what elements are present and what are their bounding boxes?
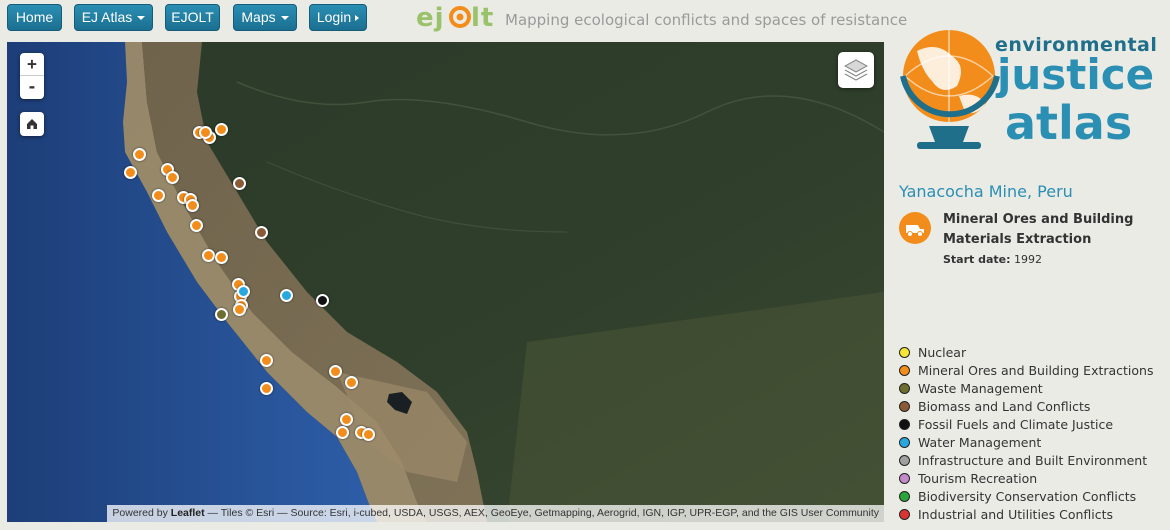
conflict-marker[interactable] [336, 426, 349, 439]
login-button[interactable]: Login [309, 4, 367, 31]
satellite-basemap [7, 42, 884, 522]
conflict-marker[interactable] [362, 428, 375, 441]
home-nav-button[interactable]: Home [7, 4, 62, 31]
map-view[interactable]: + - Powered by Leaflet — Tiles © Esri — … [7, 42, 884, 522]
ej-atlas-logo[interactable]: environmental justice atlas [897, 16, 1162, 156]
legend-item[interactable]: Fossil Fuels and Climate Justice [899, 415, 1154, 433]
zoom-control: + - [20, 53, 44, 99]
legend-item[interactable]: Waste Management [899, 379, 1154, 397]
legend-color-swatch [899, 508, 910, 520]
top-navigation: Home EJ Atlas EJOLT Maps Login ej lt Map… [0, 0, 907, 42]
case-start-date: Start date: 1992 [943, 253, 1042, 266]
category-legend: Nuclear Mineral Ores and Building Extract… [899, 343, 1154, 523]
start-date-value: 1992 [1014, 253, 1043, 266]
legend-color-swatch [899, 400, 910, 412]
mining-truck-icon [899, 212, 931, 244]
conflict-marker[interactable] [345, 376, 358, 389]
legend-label: Nuclear [918, 344, 967, 360]
case-title-link[interactable]: Yanacocha Mine, Peru [899, 182, 1073, 201]
legend-label: Fossil Fuels and Climate Justice [918, 416, 1114, 432]
chevron-down-icon [137, 16, 146, 21]
legend-item[interactable]: Infrastructure and Built Environment [899, 451, 1154, 469]
login-label: Login [316, 9, 352, 25]
ejolt-nav-label: EJOLT [171, 9, 214, 25]
legend-item[interactable]: Industrial and Utilities Conflicts [899, 505, 1154, 523]
legend-color-swatch [899, 382, 910, 394]
conflict-marker[interactable] [237, 285, 250, 298]
home-icon [27, 119, 37, 129]
legend-color-swatch [899, 454, 910, 466]
conflict-marker[interactable] [260, 354, 273, 367]
attribution-sources: — Tiles © Esri — Source: Esri, i-cubed, … [204, 507, 879, 519]
legend-item[interactable]: Mineral Ores and Building Extractions [899, 361, 1154, 379]
maps-menu-button[interactable]: Maps [233, 4, 297, 31]
legend-label: Infrastructure and Built Environment [918, 452, 1148, 468]
legend-color-swatch [899, 490, 910, 502]
conflict-marker[interactable] [255, 226, 268, 239]
conflict-marker[interactable] [186, 199, 199, 212]
legend-color-swatch [899, 364, 910, 376]
legend-color-swatch [899, 436, 910, 448]
layers-icon [843, 59, 869, 81]
ejolt-logo[interactable]: ej lt [416, 2, 502, 34]
conflict-marker[interactable] [124, 166, 137, 179]
map-attribution: Powered by Leaflet — Tiles © Esri — Sour… [107, 505, 884, 522]
legend-label: Mineral Ores and Building Extractions [918, 362, 1154, 378]
legend-item[interactable]: Biodiversity Conservation Conflicts [899, 487, 1154, 505]
conflict-marker[interactable] [133, 148, 146, 161]
conflict-marker[interactable] [215, 123, 228, 136]
conflict-marker[interactable] [190, 219, 203, 232]
legend-item[interactable]: Water Management [899, 433, 1154, 451]
case-category: Mineral Ores and Building Materials Extr… [943, 212, 1134, 247]
home-nav-label: Home [15, 9, 54, 25]
chevron-down-icon [280, 16, 289, 21]
ejolt-nav-button[interactable]: EJOLT [165, 4, 220, 31]
maps-menu-label: Maps [241, 9, 276, 25]
site-tagline: Mapping ecological conflicts and spaces … [505, 11, 908, 29]
conflict-marker[interactable] [233, 303, 246, 316]
conflict-marker[interactable] [280, 289, 293, 302]
ej-atlas-menu-button[interactable]: EJ Atlas [74, 4, 153, 31]
conflict-marker[interactable] [340, 413, 353, 426]
leaflet-link[interactable]: Leaflet [171, 507, 205, 519]
conflict-marker[interactable] [166, 171, 179, 184]
conflict-marker[interactable] [215, 251, 228, 264]
zoom-in-button[interactable]: + [20, 53, 44, 76]
legend-label: Biomass and Land Conflicts [918, 398, 1091, 414]
zoom-out-button[interactable]: - [20, 76, 44, 99]
conflict-marker[interactable] [233, 177, 246, 190]
chevron-right-icon [355, 15, 360, 22]
conflict-marker[interactable] [316, 294, 329, 307]
attribution-prefix: Powered by [112, 507, 171, 519]
conflict-marker[interactable] [199, 126, 212, 139]
legend-item[interactable]: Tourism Recreation [899, 469, 1154, 487]
conflict-marker[interactable] [202, 249, 215, 262]
conflict-marker[interactable] [329, 365, 342, 378]
legend-label: Tourism Recreation [918, 470, 1038, 486]
layers-toggle-button[interactable] [838, 52, 874, 88]
svg-text:ej: ej [416, 3, 445, 33]
conflict-marker[interactable] [152, 189, 165, 202]
legend-label: Water Management [918, 434, 1042, 450]
legend-item[interactable]: Nuclear [899, 343, 1154, 361]
logo-text-justice: justice [997, 50, 1155, 99]
logo-text-atlas: atlas [1005, 96, 1133, 150]
legend-item[interactable]: Biomass and Land Conflicts [899, 397, 1154, 415]
reset-view-button[interactable] [20, 112, 44, 136]
ejolt-logo-graphic: ej lt [416, 3, 494, 33]
legend-color-swatch [899, 472, 910, 484]
info-sidebar: environmental justice atlas Yanacocha Mi… [885, 0, 1170, 530]
ej-atlas-menu-label: EJ Atlas [81, 9, 133, 25]
legend-label: Industrial and Utilities Conflicts [918, 506, 1114, 522]
legend-color-swatch [899, 418, 910, 430]
conflict-marker[interactable] [215, 308, 228, 321]
conflict-marker[interactable] [260, 382, 273, 395]
legend-label: Waste Management [918, 380, 1043, 396]
legend-color-swatch [899, 346, 910, 358]
legend-label: Biodiversity Conservation Conflicts [918, 488, 1137, 504]
svg-text:lt: lt [471, 3, 494, 33]
start-date-label: Start date: [943, 253, 1011, 266]
